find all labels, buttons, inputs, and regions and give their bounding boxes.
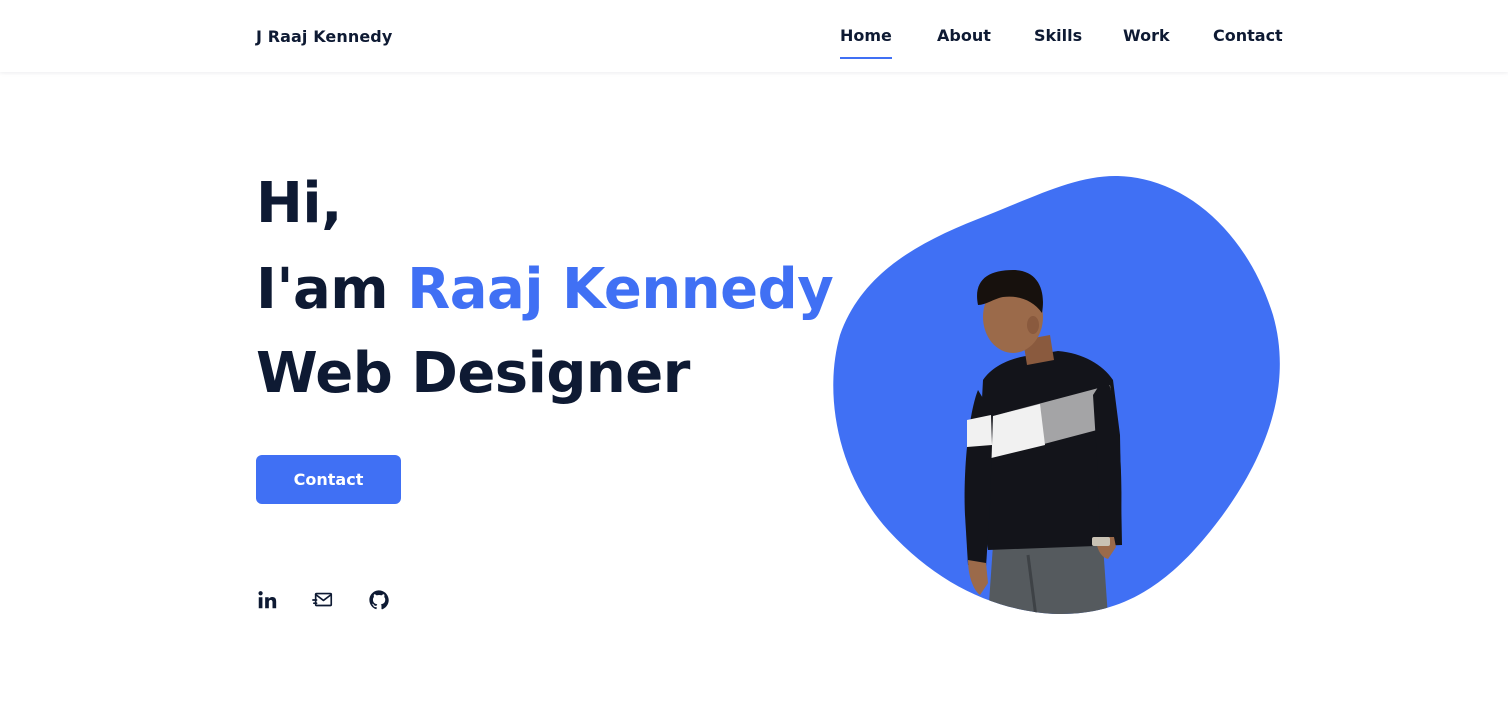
main-nav: Home About Skills Work Contact <box>0 26 1508 60</box>
nav-link-work[interactable]: Work <box>1123 26 1170 45</box>
contact-button[interactable]: Contact <box>256 455 401 504</box>
nav-link-home[interactable]: Home <box>840 26 892 59</box>
hero-name: Raaj Kennedy <box>407 257 834 322</box>
site-header: J Raaj Kennedy Home About Skills Work Co… <box>0 0 1508 72</box>
linkedin-icon[interactable] <box>255 588 279 612</box>
hero-role: Web Designer <box>256 341 690 406</box>
nav-link-about[interactable]: About <box>937 26 991 45</box>
hero-intro-prefix: I'am <box>256 257 408 322</box>
github-icon[interactable] <box>367 588 391 612</box>
hero-intro: I'am Raaj Kennedy <box>256 262 834 318</box>
mail-icon[interactable] <box>311 588 335 612</box>
nav-link-skills[interactable]: Skills <box>1034 26 1082 45</box>
nav-link-contact[interactable]: Contact <box>1213 26 1283 45</box>
hero-greeting: Hi, <box>256 171 342 236</box>
hero-image-blob <box>828 175 1283 617</box>
